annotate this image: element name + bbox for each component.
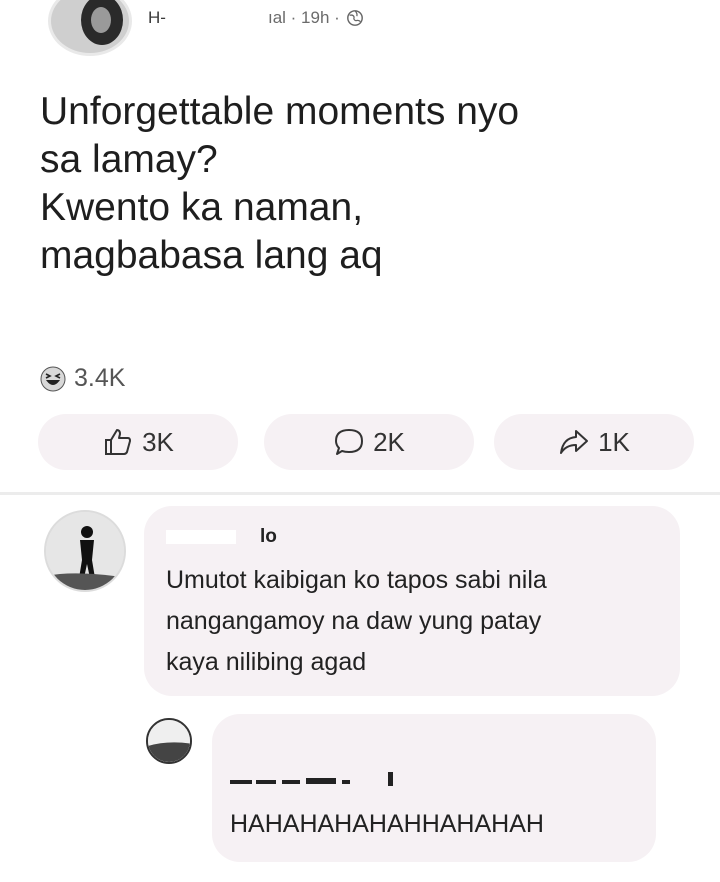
author-avatar[interactable]	[48, 0, 132, 56]
reply-avatar[interactable]	[146, 718, 192, 764]
share-count: 1K	[598, 426, 630, 457]
divider	[0, 492, 720, 495]
post-timestamp[interactable]: ıal · 19h ·	[268, 8, 340, 28]
reaction-count: 3.4K	[74, 364, 126, 392]
comment-count: 2K	[373, 426, 405, 457]
landscape-avatar-icon	[148, 720, 190, 762]
comment-author-name: lo	[260, 526, 277, 547]
comment-icon	[335, 429, 364, 455]
post-meta: ıal · 19h ·	[268, 8, 364, 28]
like-count: 3K	[142, 426, 174, 457]
post-actions: 3K 2K 1K	[38, 414, 698, 474]
reply-text: HAHAHAHAHAHHAHAHAH	[230, 810, 544, 838]
author-name[interactable]: H-	[148, 8, 166, 28]
comment-author[interactable]: lo	[166, 526, 277, 548]
person-silhouette-icon	[46, 512, 124, 590]
post-text-line: sa lamay?	[40, 138, 218, 181]
post-header: H- ıal · 19h ·	[0, 0, 720, 60]
comment-text-line: nangangamoy na daw yung patay	[166, 607, 542, 635]
comment-text-line: Umutot kaibigan ko tapos sabi nila	[166, 566, 547, 594]
post-text: Unforgettable moments nyo sa lamay? Kwen…	[40, 88, 690, 280]
like-button[interactable]: 3K	[38, 414, 238, 470]
commenter-avatar[interactable]	[44, 510, 126, 592]
comment-bubble: lo Umutot kaibigan ko tapos sabi nila na…	[144, 506, 680, 696]
redacted-name	[166, 529, 236, 544]
share-icon	[560, 430, 589, 454]
post-text-line: magbabasa lang aq	[40, 234, 383, 277]
comment-button[interactable]: 2K	[264, 414, 474, 470]
comment-text-line: kaya nilibing agad	[166, 648, 367, 676]
thumbs-up-icon	[105, 429, 132, 455]
post-text-line: Kwento ka naman,	[40, 186, 364, 229]
comment-text: Umutot kaibigan ko tapos sabi nila nanga…	[166, 560, 666, 683]
haha-icon	[40, 366, 66, 391]
reaction-summary[interactable]: 3.4K	[40, 364, 125, 393]
post-text-line: Unforgettable moments nyo	[40, 90, 520, 133]
redacted-reply-author[interactable]	[230, 770, 400, 792]
globe-icon	[346, 10, 363, 26]
reply-bubble: HAHAHAHAHAHHAHAHAH	[212, 714, 656, 862]
share-button[interactable]: 1K	[494, 414, 694, 470]
